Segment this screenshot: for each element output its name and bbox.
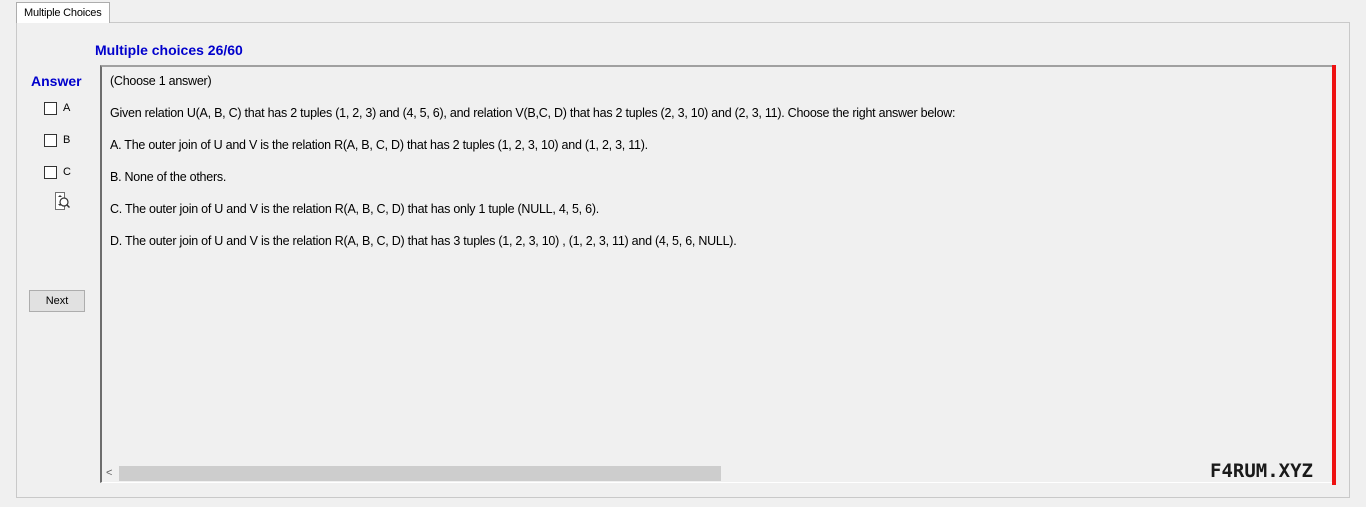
option-a-text: A. The outer join of U and V is the rela… bbox=[110, 138, 648, 152]
tab-strip: Multiple Choices bbox=[0, 0, 1366, 24]
answer-option-label: C bbox=[63, 166, 71, 178]
next-button[interactable]: Next bbox=[29, 290, 85, 312]
answer-option-b[interactable]: B bbox=[44, 132, 70, 148]
checkbox-a[interactable] bbox=[44, 101, 57, 115]
watermark: F4RUM.XYZ bbox=[1210, 460, 1313, 482]
checkbox-c[interactable] bbox=[44, 165, 57, 179]
answer-option-a[interactable]: A bbox=[44, 100, 70, 116]
tab-multiple-choices[interactable]: Multiple Choices bbox=[16, 2, 110, 23]
option-c-text: C. The outer join of U and V is the rela… bbox=[110, 202, 599, 216]
answer-label: Answer bbox=[31, 73, 82, 89]
checkbox-b[interactable] bbox=[44, 133, 57, 147]
answer-option-label: A bbox=[63, 102, 71, 114]
question-instruction: (Choose 1 answer) bbox=[110, 74, 212, 88]
scroll-thumb[interactable] bbox=[119, 466, 721, 481]
option-d-text: D. The outer join of U and V is the rela… bbox=[110, 234, 737, 248]
question-stem: Given relation U(A, B, C) that has 2 tup… bbox=[110, 106, 956, 120]
page-title: Multiple choices 26/60 bbox=[95, 42, 243, 58]
red-side-bar bbox=[1332, 65, 1336, 485]
horizontal-scrollbar[interactable]: < bbox=[102, 465, 1330, 482]
scroll-left-arrow-icon[interactable]: < bbox=[106, 465, 116, 482]
question-text: (Choose 1 answer) Given relation U(A, B,… bbox=[110, 73, 956, 265]
option-b-text: B. None of the others. bbox=[110, 170, 227, 184]
answer-option-label: B bbox=[63, 134, 71, 146]
answer-option-c[interactable]: C bbox=[44, 164, 71, 180]
question-content: (Choose 1 answer) Given relation U(A, B,… bbox=[100, 65, 1332, 483]
zoom-icon[interactable] bbox=[54, 192, 71, 210]
